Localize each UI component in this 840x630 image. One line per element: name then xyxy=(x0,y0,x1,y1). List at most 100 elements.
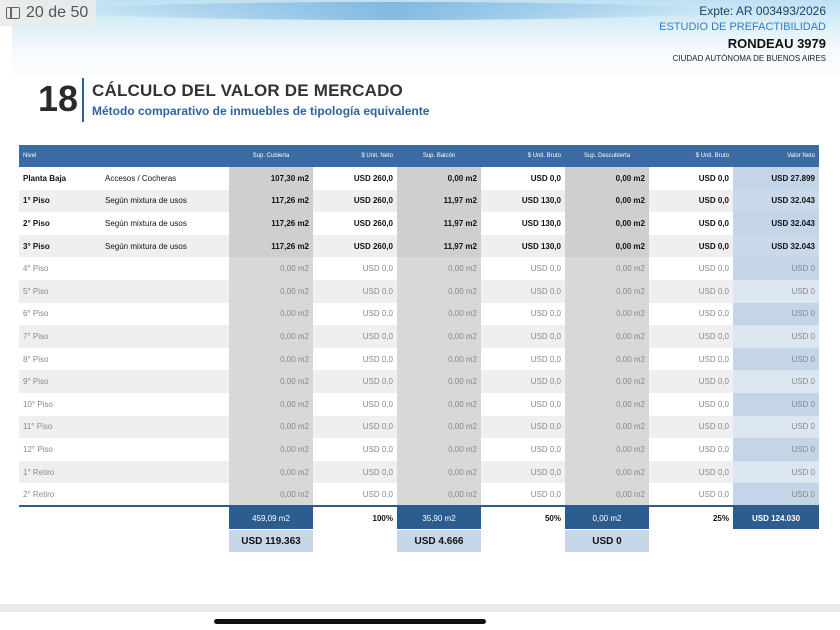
section-divider xyxy=(82,78,84,122)
valor-neto-cell: USD 0 xyxy=(733,257,819,280)
subtotal-balcon: USD 4.666 xyxy=(397,530,481,552)
subtotal-descubierta: USD 0 xyxy=(565,530,649,552)
valor-neto-cell: USD 0 xyxy=(733,392,819,416)
sup-balcon-cell: 0,00 m2 xyxy=(397,438,481,461)
uso-cell xyxy=(101,325,229,348)
subtotal-cubierta: USD 119.363 xyxy=(229,530,313,552)
sup-cubierta-cell: 117,26 m2 xyxy=(229,234,313,258)
sup-descubierta-cell: 0,00 m2 xyxy=(565,279,649,303)
sup-balcon-cell: 0,00 m2 xyxy=(397,392,481,416)
unit-bruto-descubierta-cell: USD 0,0 xyxy=(649,257,733,280)
sup-descubierta-cell: 0,00 m2 xyxy=(565,415,649,439)
header-unit-neto: $ Unit. Neto xyxy=(313,145,397,167)
sup-cubierta-cell: 0,00 m2 xyxy=(229,392,313,416)
nivel-cell: 4° Piso xyxy=(19,257,101,280)
nivel-cell: 2° Piso xyxy=(19,212,101,235)
valor-neto-cell: USD 0 xyxy=(733,302,819,326)
page-counter[interactable]: 20 de 50 xyxy=(0,0,96,26)
unit-bruto-descubierta-cell: USD 0,0 xyxy=(649,189,733,213)
unit-bruto-descubierta-cell: USD 0,0 xyxy=(649,302,733,326)
sup-descubierta-cell: 0,00 m2 xyxy=(565,325,649,348)
header-text: Expte: AR 003493/2026 ESTUDIO DE PREFACT… xyxy=(659,4,826,63)
uso-cell: Según mixtura de usos xyxy=(101,189,229,213)
table-row: 12° Piso 0,00 m2 USD 0,0 0,00 m2 USD 0,0 0,00… xyxy=(19,438,819,461)
unit-neto-cell: USD 0,0 xyxy=(313,483,397,506)
nivel-cell: 9° Piso xyxy=(19,370,101,393)
header-unit-bruto-descubierta: $ Unit. Bruto xyxy=(649,145,733,167)
unit-bruto-balcon-cell: USD 0,0 xyxy=(481,460,565,484)
unit-neto-cell: USD 0,0 xyxy=(313,438,397,461)
header-swoosh xyxy=(72,2,712,20)
sup-cubierta-cell: 117,26 m2 xyxy=(229,212,313,235)
sup-descubierta-cell: 0,00 m2 xyxy=(565,483,649,506)
unit-bruto-descubierta-cell: USD 0,0 xyxy=(649,392,733,416)
unit-neto-cell: USD 0,0 xyxy=(313,302,397,326)
header-sup-descubierta: Sup. Descubierta xyxy=(565,145,649,167)
total-valor-neto: USD 124.030 xyxy=(733,507,819,529)
valor-neto-cell: USD 27.899 xyxy=(733,167,819,190)
unit-bruto-descubierta-cell: USD 0,0 xyxy=(649,370,733,393)
header-valor-neto: Valor Neto xyxy=(733,145,819,167)
sidebar-icon[interactable] xyxy=(6,7,20,19)
sup-descubierta-cell: 0,00 m2 xyxy=(565,167,649,190)
sup-balcon-cell: 0,00 m2 xyxy=(397,257,481,280)
nivel-cell: 5° Piso xyxy=(19,279,101,303)
unit-bruto-descubierta-cell: USD 0,0 xyxy=(649,483,733,506)
sup-balcon-cell: 0,00 m2 xyxy=(397,370,481,393)
table-row: 11° Piso 0,00 m2 USD 0,0 0,00 m2 USD 0,0 0,00… xyxy=(19,415,819,439)
unit-bruto-descubierta-cell: USD 0,0 xyxy=(649,167,733,190)
unit-neto-cell: USD 260,0 xyxy=(313,212,397,235)
unit-bruto-balcon-cell: USD 0,0 xyxy=(481,347,565,371)
header-nivel: Nivel xyxy=(19,145,101,167)
unit-bruto-balcon-cell: USD 0,0 xyxy=(481,167,565,190)
table-row: 9° Piso 0,00 m2 USD 0,0 0,00 m2 USD 0,0 0,00 … xyxy=(19,370,819,393)
unit-bruto-balcon-cell: USD 0,0 xyxy=(481,415,565,439)
nivel-cell: 6° Piso xyxy=(19,302,101,326)
unit-bruto-balcon-cell: USD 130,0 xyxy=(481,212,565,235)
sup-cubierta-cell: 107,30 m2 xyxy=(229,167,313,190)
unit-neto-cell: USD 0,0 xyxy=(313,257,397,280)
sup-cubierta-cell: 0,00 m2 xyxy=(229,438,313,461)
pct-balcon: 50% xyxy=(544,513,561,523)
unit-bruto-descubierta-cell: USD 0,0 xyxy=(649,234,733,258)
nivel-cell: 7° Piso xyxy=(19,325,101,348)
totals-section: 459,09 m2 100% 35,90 m2 50% 0,00 m2 25% … xyxy=(19,505,819,552)
pct-descubierta: 25% xyxy=(712,513,729,523)
page-counter-label: 20 de 50 xyxy=(26,4,89,21)
city-name: CIUDAD AUTÓNOMA DE BUENOS AIRES xyxy=(672,54,826,63)
nivel-cell: 3° Piso xyxy=(19,234,101,258)
valuation-table: Nivel Sup. Cubierta $ Unit. Neto Sup. Balcó… xyxy=(19,145,819,506)
unit-bruto-descubierta-cell: USD 0,0 xyxy=(649,325,733,348)
total-sup-descubierta: 0,00 m2 xyxy=(565,507,649,529)
table-row: 1° Piso Según mixtura de usos 117,26 m2 USD… xyxy=(19,189,819,213)
sup-cubierta-cell: 117,26 m2 xyxy=(229,189,313,213)
sup-balcon-cell: 0,00 m2 xyxy=(397,415,481,439)
expte-number: Expte: AR 003493/2026 xyxy=(699,4,826,18)
table-row: Planta Baja Accesos / Cocheras 107,30 m2 US… xyxy=(19,167,819,190)
valor-neto-cell: USD 32.043 xyxy=(733,212,819,235)
unit-bruto-descubierta-cell: USD 0,0 xyxy=(649,347,733,371)
sup-descubierta-cell: 0,00 m2 xyxy=(565,302,649,326)
unit-neto-cell: USD 0,0 xyxy=(313,325,397,348)
unit-neto-cell: USD 0,0 xyxy=(313,460,397,484)
valor-neto-cell: USD 0 xyxy=(733,438,819,461)
sup-balcon-cell: 0,00 m2 xyxy=(397,347,481,371)
home-indicator[interactable] xyxy=(214,619,486,624)
table-row: 2° Piso Según mixtura de usos 117,26 m2 USD… xyxy=(19,212,819,235)
unit-bruto-descubierta-cell: USD 0,0 xyxy=(649,415,733,439)
unit-bruto-balcon-cell: USD 0,0 xyxy=(481,392,565,416)
unit-bruto-balcon-cell: USD 0,0 xyxy=(481,325,565,348)
unit-bruto-descubierta-cell: USD 0,0 xyxy=(649,279,733,303)
unit-neto-cell: USD 0,0 xyxy=(313,370,397,393)
header-unit-bruto-balcon: $ Unit. Bruto xyxy=(481,145,565,167)
header-sup-balcon: Sup. Balcón xyxy=(397,145,481,167)
uso-cell xyxy=(101,279,229,303)
unit-bruto-balcon-cell: USD 0,0 xyxy=(481,279,565,303)
unit-bruto-balcon-cell: USD 0,0 xyxy=(481,370,565,393)
sup-cubierta-cell: 0,00 m2 xyxy=(229,370,313,393)
sup-descubierta-cell: 0,00 m2 xyxy=(565,212,649,235)
valor-neto-cell: USD 0 xyxy=(733,325,819,348)
sup-cubierta-cell: 0,00 m2 xyxy=(229,415,313,439)
uso-cell xyxy=(101,438,229,461)
nivel-cell: 11° Piso xyxy=(19,415,101,439)
